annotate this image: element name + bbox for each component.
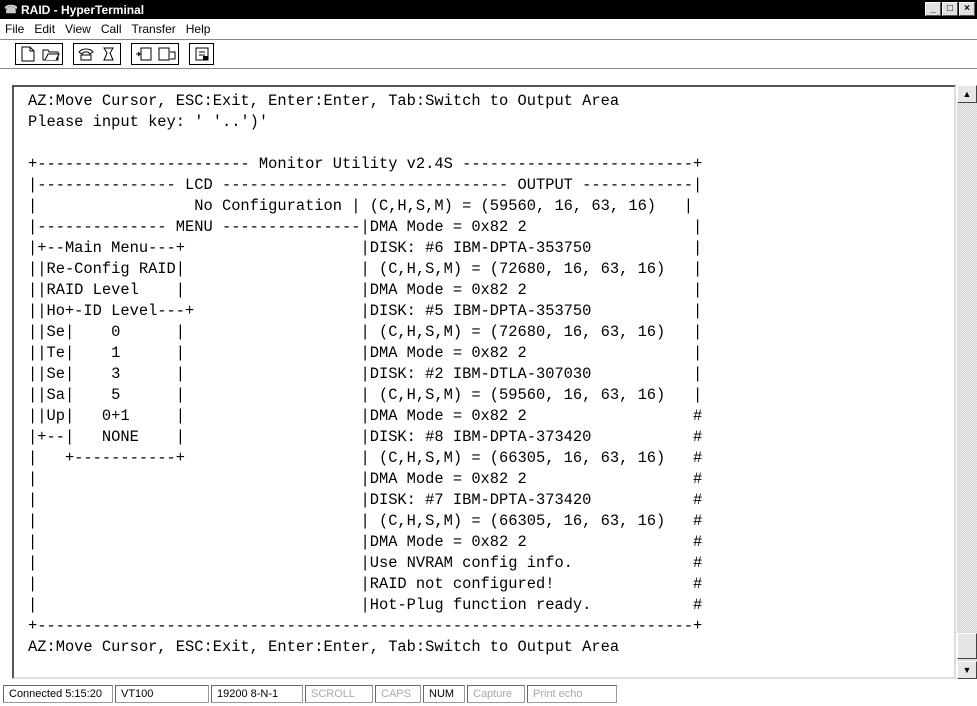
terminal-line: | |DMA Mode = 0x82 2 # <box>28 533 703 551</box>
scroll-down-icon[interactable]: ▼ <box>957 661 977 679</box>
status-capture: Capture <box>467 685 525 703</box>
transfer-button-group <box>131 43 179 65</box>
terminal-line: ||Ho+-ID Level---+ |DISK: #5 IBM-DPTA-35… <box>28 302 703 320</box>
terminal-line: | |Hot-Plug function ready. # <box>28 596 703 614</box>
terminal-line: +----------------------- Monitor Utility… <box>28 155 703 173</box>
terminal-line: +---------------------------------------… <box>28 617 703 635</box>
properties-button-group <box>189 43 214 65</box>
terminal-line: ||Se| 0 | | (C,H,S,M) = (72680, 16, 63, … <box>28 323 703 341</box>
scroll-up-icon[interactable]: ▲ <box>957 85 977 103</box>
terminal-line: AZ:Move Cursor, ESC:Exit, Enter:Enter, T… <box>28 92 620 110</box>
status-num: NUM <box>423 685 465 703</box>
terminal-line: |-------------- MENU ---------------|DMA… <box>28 218 703 236</box>
terminal-line: |+--Main Menu---+ |DISK: #6 IBM-DPTA-353… <box>28 239 703 257</box>
terminal-line: Please input key: ' '..')' <box>28 113 269 131</box>
menu-view[interactable]: View <box>60 22 96 36</box>
terminal-line: | No Configuration | (C,H,S,M) = (59560,… <box>28 197 693 215</box>
menu-transfer[interactable]: Transfer <box>127 22 181 36</box>
disconnect-icon[interactable] <box>97 44 120 64</box>
terminal-line: ||Up| 0+1 | |DMA Mode = 0x82 2 # <box>28 407 703 425</box>
status-bar: Connected 5:15:20 VT100 19200 8-N-1 SCRO… <box>0 682 977 706</box>
vertical-scrollbar[interactable]: ▲ ▼ <box>957 85 977 679</box>
terminal-line: ||Sa| 5 | | (C,H,S,M) = (59560, 16, 63, … <box>28 386 703 404</box>
terminal-line: | |RAID not configured! # <box>28 575 703 593</box>
receive-icon[interactable] <box>155 44 178 64</box>
terminal-line: |+--| NONE | |DISK: #8 IBM-DPTA-373420 # <box>28 428 703 446</box>
status-scroll: SCROLL <box>305 685 373 703</box>
window-controls: _ □ × <box>925 2 975 16</box>
scroll-thumb[interactable] <box>957 633 977 659</box>
terminal-line: | | (C,H,S,M) = (66305, 16, 63, 16) # <box>28 512 703 530</box>
send-icon[interactable] <box>132 44 155 64</box>
status-emulation: VT100 <box>115 685 209 703</box>
window-title: RAID - HyperTerminal <box>21 2 145 17</box>
terminal-line: AZ:Move Cursor, ESC:Exit, Enter:Enter, T… <box>28 638 620 656</box>
terminal-line: ||Te| 1 | |DMA Mode = 0x82 2 | <box>28 344 703 362</box>
terminal-line: ||RAID Level | |DMA Mode = 0x82 2 | <box>28 281 703 299</box>
terminal-line: ||Se| 3 | |DISK: #2 IBM-DTLA-307030 | <box>28 365 703 383</box>
menu-call[interactable]: Call <box>96 22 127 36</box>
call-button-group <box>73 43 121 65</box>
connect-icon[interactable] <box>74 44 97 64</box>
terminal-line: | |DISK: #7 IBM-DPTA-373420 # <box>28 491 703 509</box>
status-connected: Connected 5:15:20 <box>3 685 113 703</box>
menu-bar: File Edit View Call Transfer Help <box>0 19 977 39</box>
close-button[interactable]: × <box>959 2 975 16</box>
terminal-output: AZ:Move Cursor, ESC:Exit, Enter:Enter, T… <box>28 91 702 658</box>
title-bar: ☎ RAID - HyperTerminal _ □ × <box>0 0 977 19</box>
status-print-echo: Print echo <box>527 685 617 703</box>
hyperterminal-icon[interactable]: ☎ <box>3 3 19 17</box>
terminal-line: | |Use NVRAM config info. # <box>28 554 703 572</box>
terminal-line: ||Re-Config RAID| | (C,H,S,M) = (72680, … <box>28 260 703 278</box>
status-caps: CAPS <box>375 685 421 703</box>
maximize-button[interactable]: □ <box>942 2 958 16</box>
menu-edit[interactable]: Edit <box>29 22 60 36</box>
terminal-line: |--------------- LCD -------------------… <box>28 176 703 194</box>
properties-icon[interactable] <box>190 44 213 64</box>
open-icon[interactable] <box>39 44 62 64</box>
menu-file[interactable]: File <box>0 22 29 36</box>
terminal-line: | +-----------+ | (C,H,S,M) = (66305, 16… <box>28 449 703 467</box>
file-button-group <box>15 43 63 65</box>
terminal-line: | |DMA Mode = 0x82 2 # <box>28 470 703 488</box>
toolbar <box>0 39 977 69</box>
status-settings: 19200 8-N-1 <box>211 685 303 703</box>
menu-help[interactable]: Help <box>181 22 216 36</box>
minimize-button[interactable]: _ <box>925 2 941 16</box>
new-icon[interactable] <box>16 44 39 64</box>
terminal-window[interactable]: AZ:Move Cursor, ESC:Exit, Enter:Enter, T… <box>12 85 956 679</box>
